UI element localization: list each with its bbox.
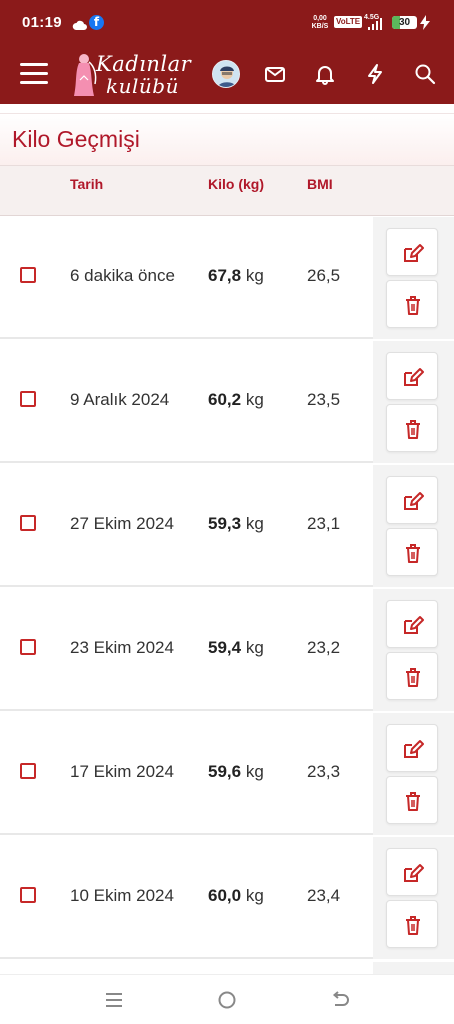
edit-button[interactable] [386, 600, 438, 648]
table-header: Tarih Kilo (kg) BMI [0, 165, 454, 216]
row-weight-unit: kg [245, 514, 264, 533]
speed-unit: KB/S [311, 23, 329, 30]
row-date: 27 Ekim 2024 [70, 514, 174, 533]
battery-level: 30 [398, 17, 411, 28]
edit-button[interactable] [386, 724, 438, 772]
row-weight-unit: kg [245, 886, 264, 905]
title-bar: Kilo Geçmişi [0, 113, 454, 165]
delete-button[interactable] [386, 280, 438, 328]
table-row-partial [0, 962, 454, 974]
row-bmi: 23,3 [307, 762, 341, 781]
edit-button[interactable] [386, 352, 438, 400]
recent-apps-icon[interactable] [102, 989, 126, 1011]
row-weight-value: 59,4 [208, 638, 242, 657]
row-weight-value: 60,0 [208, 886, 242, 905]
row-select-checkbox[interactable] [20, 639, 36, 655]
network-speed: 0,00 KB/S [310, 15, 330, 31]
table-row: 6 dakika önce 67,8 kg 26,5 [0, 217, 454, 339]
delete-button[interactable] [386, 528, 438, 576]
avatar-icon[interactable] [212, 60, 240, 88]
logo-text-line2: kulübü [106, 74, 179, 98]
home-icon[interactable] [215, 989, 239, 1011]
row-weight-unit: kg [245, 762, 264, 781]
row-date: 10 Ekim 2024 [70, 886, 174, 905]
row-date: 17 Ekim 2024 [70, 762, 174, 781]
battery-indicator: 30 [392, 16, 417, 29]
page-title: Kilo Geçmişi [12, 126, 140, 152]
row-weight-unit: kg [245, 638, 264, 657]
row-weight-unit: kg [245, 266, 264, 285]
status-time: 01:19 [22, 14, 62, 31]
row-bmi: 23,5 [307, 390, 341, 409]
table-row: 10 Ekim 2024 60,0 kg 23,4 [0, 837, 454, 959]
row-select-checkbox[interactable] [20, 515, 36, 531]
edit-button[interactable] [386, 848, 438, 896]
row-select-checkbox[interactable] [20, 763, 36, 779]
row-weight: 59,3 kg [208, 514, 264, 534]
system-nav-bar [0, 974, 454, 1024]
row-weight-value: 67,8 [208, 266, 242, 285]
mail-icon[interactable] [264, 63, 286, 85]
bell-icon[interactable] [314, 63, 336, 85]
row-date: 6 dakika önce [70, 266, 175, 285]
delete-button[interactable] [386, 776, 438, 824]
row-weight-unit: kg [245, 390, 264, 409]
row-date: 9 Aralık 2024 [70, 390, 170, 409]
row-select-checkbox[interactable] [20, 267, 36, 283]
table-row: 17 Ekim 2024 59,6 kg 23,3 [0, 713, 454, 835]
bolt-icon [420, 15, 430, 35]
delete-button[interactable] [386, 652, 438, 700]
row-select-checkbox[interactable] [20, 391, 36, 407]
hamburger-icon[interactable] [20, 62, 48, 86]
row-bmi: 23,4 [307, 886, 341, 905]
speed-value: 0,00 [313, 15, 327, 22]
facebook-icon: f [89, 15, 104, 30]
row-bmi: 23,2 [307, 638, 341, 657]
table-row: 23 Ekim 2024 59,4 kg 23,2 [0, 589, 454, 711]
row-date: 23 Ekim 2024 [70, 638, 174, 657]
column-header-bmi[interactable]: BMI [307, 176, 333, 192]
site-logo[interactable]: Kadınlar kulübü [66, 48, 194, 100]
status-bar: 01:19 f 0,00 KB/S VoLTE 4.5G 30 [0, 0, 454, 44]
signal-indicator: 4.5G [364, 14, 384, 36]
back-icon[interactable] [328, 989, 352, 1011]
cloud-icon [72, 17, 87, 35]
row-weight: 60,2 kg [208, 390, 264, 410]
lightning-icon[interactable] [364, 63, 386, 85]
row-weight-value: 60,2 [208, 390, 242, 409]
row-weight: 60,0 kg [208, 886, 264, 906]
network-type: 4.5G [364, 14, 380, 21]
row-select-checkbox[interactable] [20, 887, 36, 903]
edit-button[interactable] [386, 476, 438, 524]
search-icon[interactable] [414, 63, 436, 85]
edit-button[interactable] [386, 228, 438, 276]
table-row: 9 Aralık 2024 60,2 kg 23,5 [0, 341, 454, 463]
delete-button[interactable] [386, 900, 438, 948]
app-header: Kadınlar kulübü [0, 44, 454, 104]
column-header-date[interactable]: Tarih [70, 176, 103, 192]
row-bmi: 26,5 [307, 266, 341, 285]
row-weight-value: 59,6 [208, 762, 242, 781]
row-bmi: 23,1 [307, 514, 341, 533]
row-weight: 59,6 kg [208, 762, 264, 782]
logo-text-line1: Kadınlar [96, 52, 192, 76]
delete-button[interactable] [386, 404, 438, 452]
table-row: 27 Ekim 2024 59,3 kg 23,1 [0, 465, 454, 587]
row-weight: 59,4 kg [208, 638, 264, 658]
row-weight: 67,8 kg [208, 266, 264, 286]
column-header-weight[interactable]: Kilo (kg) [208, 176, 264, 192]
volte-badge: VoLTE [334, 16, 363, 28]
row-weight-value: 59,3 [208, 514, 242, 533]
